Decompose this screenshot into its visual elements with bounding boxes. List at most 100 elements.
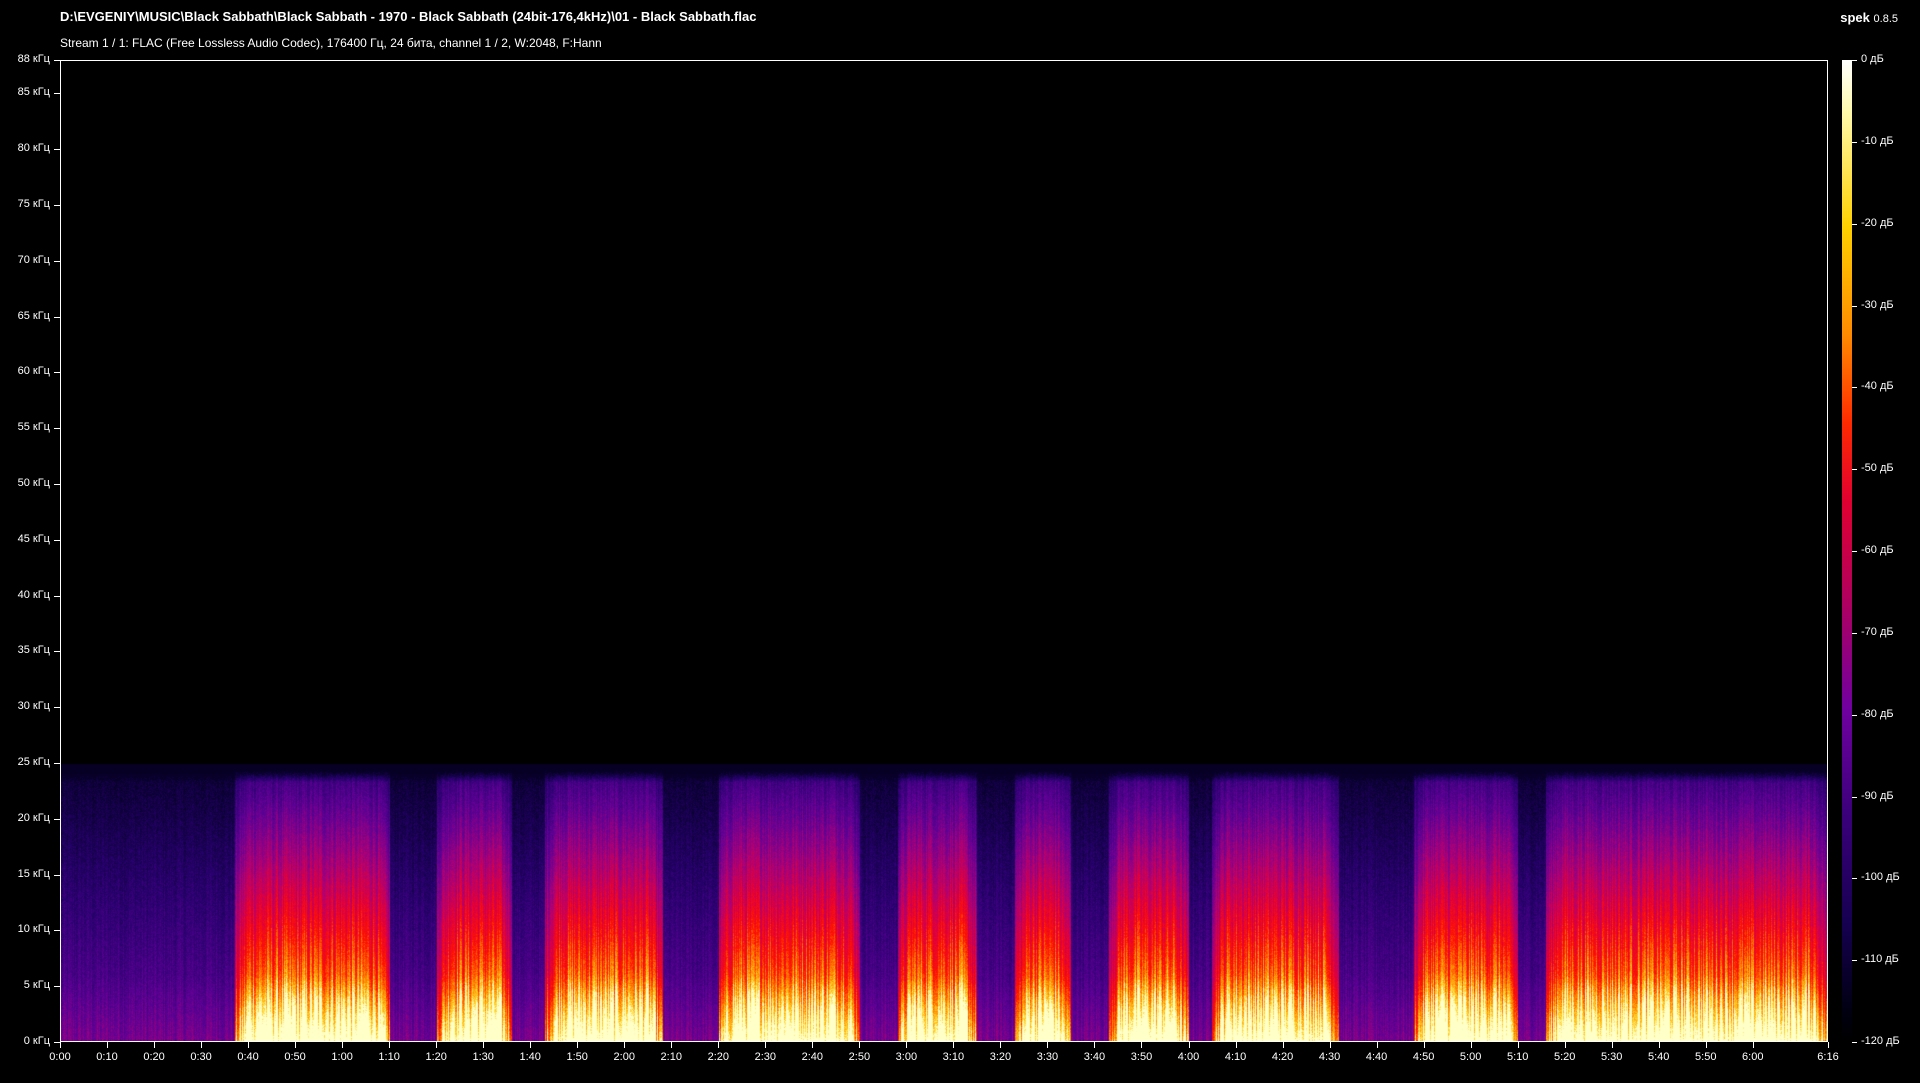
time-tick-label: 2:20 [707, 1051, 730, 1063]
spectrogram-plot [60, 60, 1828, 1042]
app-name: spek [1840, 10, 1870, 25]
time-tick-label: 0:50 [284, 1051, 306, 1063]
time-tick-mark [1329, 1042, 1331, 1048]
db-tick-label: -50 дБ [1861, 462, 1894, 475]
time-tick-label: 0:40 [237, 1051, 259, 1063]
freq-tick-label: 55 кГц [17, 421, 50, 434]
time-tick-label: 3:50 [1130, 1051, 1153, 1063]
time-tick-mark [1282, 1042, 1284, 1048]
time-tick-label: 4:10 [1224, 1051, 1247, 1063]
time-tick-mark [436, 1042, 438, 1048]
app-version: 0.8.5 [1873, 13, 1898, 25]
db-tick-mark [1852, 551, 1857, 552]
time-tick-mark [577, 1042, 579, 1048]
db-tick-mark [1852, 223, 1857, 225]
time-tick-label: 2:00 [613, 1051, 635, 1063]
time-tick-mark [1564, 1042, 1566, 1048]
time-tick-mark [718, 1042, 720, 1048]
time-tick-label: 0:10 [96, 1051, 118, 1063]
db-tick-label: -80 дБ [1861, 707, 1894, 720]
time-tick-mark [671, 1042, 673, 1048]
time-tick-label: 4:00 [1177, 1051, 1200, 1063]
freq-tick-label: 35 кГц [17, 644, 50, 657]
time-tick-label: 5:30 [1600, 1051, 1623, 1063]
time-tick-mark [295, 1042, 297, 1048]
freq-tick-label: 15 кГц [17, 867, 50, 880]
time-tick-label: 5:10 [1506, 1051, 1529, 1063]
db-tick-label: -60 дБ [1861, 544, 1894, 556]
time-tick-label: 1:40 [519, 1051, 541, 1063]
db-tick-mark [1852, 796, 1857, 798]
time-tick-mark [1047, 1042, 1049, 1048]
time-tick-label: 0:30 [190, 1051, 212, 1063]
time-tick-mark [1423, 1042, 1425, 1048]
time-tick-mark [1517, 1042, 1519, 1048]
time-tick-label: 6:16 [1817, 1051, 1839, 1063]
time-tick-label: 4:30 [1318, 1051, 1341, 1063]
time-tick-label: 3:20 [989, 1051, 1012, 1063]
db-tick-mark [1852, 305, 1857, 307]
db-tick-mark [1852, 141, 1857, 143]
freq-tick-label: 0 кГц [23, 1035, 50, 1047]
time-tick-mark [624, 1042, 626, 1048]
freq-tick-label: 5 кГц [23, 979, 50, 992]
time-tick-label: 5:00 [1459, 1051, 1482, 1063]
time-tick-mark [201, 1042, 203, 1048]
time-tick-mark [1376, 1042, 1378, 1048]
time-tick-label: 5:50 [1695, 1051, 1717, 1063]
db-colorbar [1842, 60, 1852, 1042]
db-tick-label: -100 дБ [1861, 871, 1900, 884]
time-tick-mark [1470, 1042, 1472, 1048]
time-tick-label: 4:40 [1365, 1051, 1388, 1063]
time-tick-mark [342, 1042, 344, 1048]
time-tick-mark [765, 1042, 767, 1048]
time-tick-mark [107, 1042, 109, 1048]
time-tick-label: 5:40 [1648, 1051, 1670, 1063]
time-tick-mark [1000, 1042, 1002, 1048]
db-tick-label: -70 дБ [1861, 625, 1894, 638]
time-tick-mark [1828, 1042, 1829, 1048]
time-tick-mark [530, 1042, 532, 1048]
freq-tick-label: 20 кГц [17, 811, 50, 824]
time-tick-label: 1:00 [331, 1051, 353, 1063]
freq-tick-label: 30 кГц [17, 700, 50, 713]
db-tick-label: -110 дБ [1861, 953, 1899, 966]
time-tick-label: 3:00 [895, 1051, 918, 1063]
spectrogram-canvas [61, 61, 1827, 1041]
time-tick-label: 4:50 [1412, 1051, 1435, 1063]
time-tick-mark [1141, 1042, 1143, 1048]
time-tick-label: 2:50 [848, 1051, 871, 1063]
time-tick-label: 0:00 [49, 1051, 71, 1063]
db-tick-label: -10 дБ [1861, 134, 1894, 147]
time-tick-mark [483, 1042, 485, 1048]
time-tick-label: 1:50 [566, 1051, 588, 1063]
db-tick-label: -20 дБ [1861, 216, 1894, 229]
time-tick-mark [1094, 1042, 1096, 1048]
db-tick-label: -90 дБ [1861, 789, 1894, 802]
freq-tick-label: 40 кГц [17, 588, 50, 601]
time-tick-mark [1188, 1042, 1190, 1048]
db-tick-mark [1852, 960, 1857, 962]
time-tick-label: 6:00 [1742, 1051, 1764, 1063]
time-tick-mark [248, 1042, 250, 1048]
time-tick-mark [389, 1042, 391, 1048]
time-tick-mark [1705, 1042, 1707, 1048]
db-tick-label: -40 дБ [1861, 380, 1894, 393]
time-tick-mark [154, 1042, 156, 1048]
time-tick-label: 1:20 [425, 1051, 447, 1063]
time-tick-label: 0:20 [143, 1051, 165, 1063]
freq-tick-label: 25 кГц [17, 756, 50, 769]
frequency-axis: 0 кГц 5 кГц 10 кГц 15 кГц 20 кГц 25 кГц 30 кГц… [0, 53, 60, 1047]
db-tick-label: -30 дБ [1861, 298, 1894, 311]
freq-tick-label: 88 кГц [17, 53, 50, 65]
time-axis: 0:00 0:10 0:20 0:30 0:40 0:50 1:00 1:10 1:20 1:30… [49, 1042, 1839, 1072]
time-tick-mark [1611, 1042, 1613, 1048]
db-axis: 0 дБ -10 дБ -20 дБ -30 дБ -40 дБ -50 дБ -60 дБ… [1852, 53, 1920, 1047]
time-tick-label: 3:10 [942, 1051, 965, 1063]
freq-tick-label: 10 кГц [17, 923, 50, 936]
db-tick-mark [1852, 60, 1857, 61]
freq-tick-label: 60 кГц [17, 365, 50, 378]
db-tick-mark [1852, 632, 1857, 634]
time-tick-label: 2:10 [660, 1051, 682, 1063]
time-tick-label: 3:30 [1036, 1051, 1059, 1063]
